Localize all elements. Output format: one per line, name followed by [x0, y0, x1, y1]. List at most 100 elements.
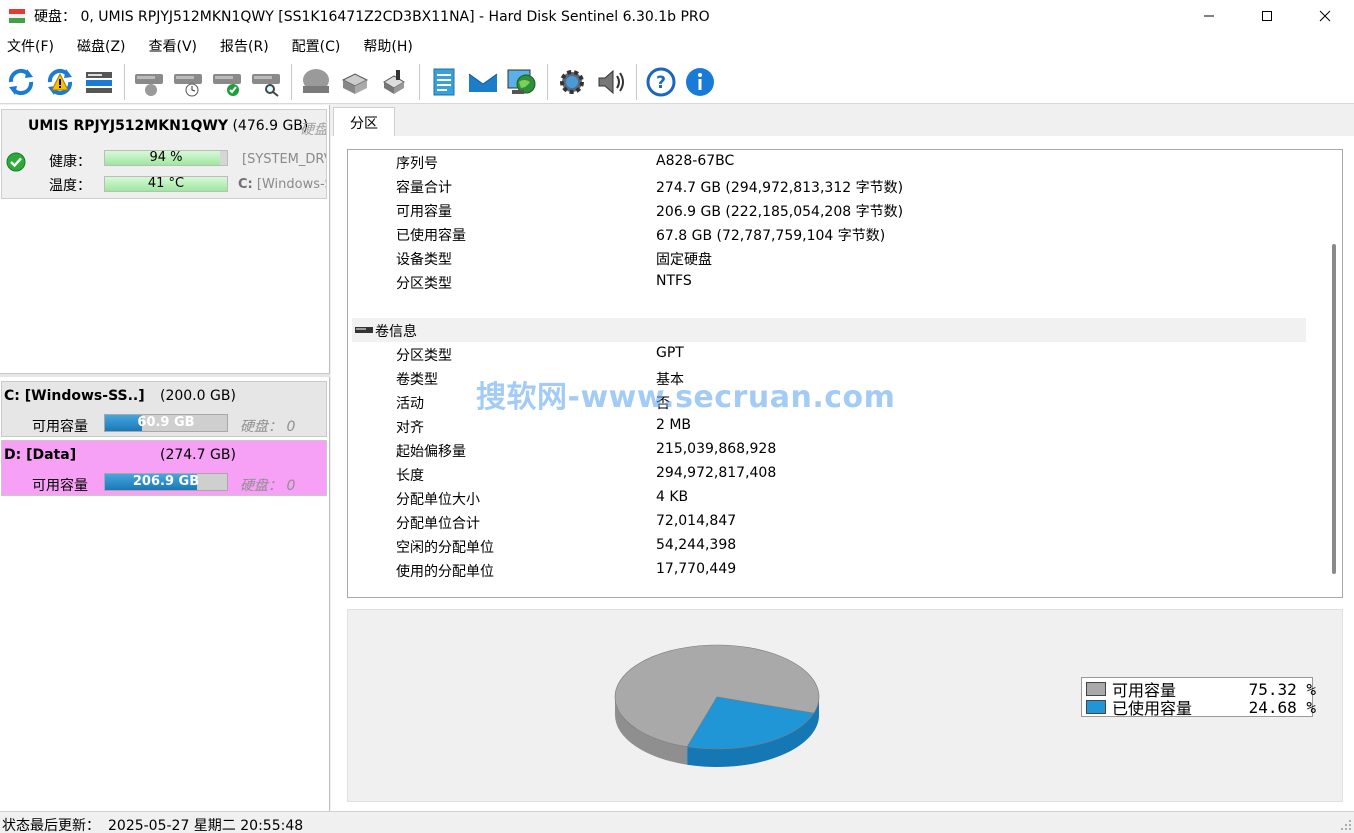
minimize-button[interactable]: [1180, 0, 1238, 32]
partition-size: (274.7 GB): [160, 447, 236, 463]
panel-splitter[interactable]: [0, 373, 330, 377]
settings-button[interactable]: [553, 63, 591, 101]
settings-gear-icon: [560, 69, 584, 94]
disk-title: UMIS RPJYJ512MKN1QWY (476.9 GB): [28, 118, 308, 134]
detail-value: 4 KB: [656, 489, 689, 505]
menu-disk[interactable]: 磁盘(Z): [70, 36, 133, 56]
maximize-icon: [1262, 11, 1272, 21]
volume-section-header[interactable]: 卷信息: [352, 318, 1306, 342]
temperature-bar: 41 °C: [104, 176, 228, 192]
close-icon: [1319, 10, 1331, 22]
detail-value: 67.8 GB (72,787,759,104 字节数): [656, 228, 886, 244]
detail-value: 54,244,398: [656, 537, 737, 553]
legend-value: 24.68 %: [1248, 697, 1316, 717]
disk-performance-button[interactable]: [130, 63, 168, 101]
tab-partition[interactable]: 分区: [333, 107, 395, 137]
menu-help[interactable]: 帮助(H): [356, 36, 419, 56]
free-space-bar: 60.9 GB: [104, 414, 228, 432]
detail-value: 274.7 GB (294,972,813,312 字节数): [656, 180, 904, 196]
hdd-transfer-button[interactable]: [336, 63, 374, 101]
disk-list-icon: [86, 71, 112, 93]
partition-card-d[interactable]: D: [Data] (274.7 GB) 可用容量 206.9 GB 硬盘： 0: [1, 440, 327, 496]
sound-button[interactable]: [592, 63, 630, 101]
details-scrollbar[interactable]: [1324, 150, 1342, 597]
hdd-gray-icon: [303, 68, 329, 93]
detail-value: 72,014,847: [656, 513, 737, 529]
partition-name: C: [Windows-SS..]: [4, 388, 145, 404]
detail-row: 对齐 2 MB: [348, 414, 1308, 438]
status-bar: 状态最后更新： 2025-05-27 星期二 20:55:48: [0, 811, 1354, 833]
hdd-info-button[interactable]: [297, 63, 335, 101]
volume-section-title: 卷信息: [375, 324, 417, 340]
toolbar: ?: [0, 60, 1354, 104]
legend-swatch: [1086, 700, 1106, 714]
detail-value: 2 MB: [656, 417, 692, 433]
refresh-icon: [8, 68, 34, 95]
detail-key: 使用的分配单位: [396, 564, 494, 580]
maximize-button[interactable]: [1238, 0, 1296, 32]
minimize-icon: [1204, 15, 1214, 17]
disk-schedule-button[interactable]: [169, 63, 207, 101]
refresh-button[interactable]: [2, 63, 40, 101]
menu-report[interactable]: 报告(R): [213, 36, 276, 56]
detail-value: NTFS: [656, 273, 692, 289]
resize-grip-icon[interactable]: [1340, 819, 1352, 831]
disk-size: (476.9 GB): [232, 118, 309, 134]
network-button[interactable]: [503, 63, 541, 101]
drive-letters-label: C: [Windows-S: [238, 177, 327, 192]
detail-row: 设备类型 固定硬盘: [348, 246, 1308, 270]
disk-card[interactable]: UMIS RPJYJ512MKN1QWY (476.9 GB) 硬盘 健康： 9…: [1, 109, 327, 199]
partition-card-c[interactable]: C: [Windows-SS..] (200.0 GB) 可用容量 60.9 G…: [1, 381, 327, 437]
disk-search-icon: [252, 73, 280, 97]
menu-config[interactable]: 配置(C): [285, 36, 348, 56]
help-button[interactable]: ?: [642, 63, 680, 101]
toolbar-separator: [124, 63, 125, 100]
toolbar-separator: [636, 63, 637, 100]
detail-key: 分配单位合计: [396, 516, 480, 532]
menu-view[interactable]: 查看(V): [142, 36, 205, 56]
report-icon: [433, 68, 455, 95]
info-icon: [686, 67, 714, 96]
chart-legend: 可用容量 75.32 % 已使用容量 24.68 %: [1081, 677, 1316, 718]
email-button[interactable]: [464, 63, 502, 101]
watermark: 搜软网-www.secruan.com: [476, 380, 896, 415]
disk-panel: UMIS RPJYJ512MKN1QWY (476.9 GB) 硬盘 健康： 9…: [0, 105, 330, 811]
health-value: 94 %: [149, 150, 183, 165]
detail-value: A828-67BC: [656, 153, 735, 169]
partition-disk-index: 硬盘： 0: [240, 478, 296, 494]
disk-check-button[interactable]: [208, 63, 246, 101]
free-space-value: 60.9 GB: [137, 415, 195, 430]
detail-key: 设备类型: [396, 252, 452, 268]
refresh-all-button[interactable]: [41, 63, 79, 101]
hdd-tools-button[interactable]: [375, 63, 413, 101]
usage-chart: 可用容量 75.32 % 已使用容量 24.68 %: [347, 609, 1343, 802]
menu-file[interactable]: 文件(F): [0, 36, 61, 56]
detail-value: 固定硬盘: [656, 252, 712, 268]
detail-row: 容量合计 274.7 GB (294,972,813,312 字节数): [348, 174, 1308, 198]
window-title: 硬盘： 0, UMIS RPJYJ512MKN1QWY [SS1K16471Z2…: [34, 9, 710, 25]
detail-key: 分区类型: [396, 348, 452, 364]
detail-key: 分区类型: [396, 276, 452, 292]
disk-search-button[interactable]: [247, 63, 285, 101]
detail-row: 分配单位大小 4 KB: [348, 486, 1308, 510]
hdd-tools-icon: [383, 69, 405, 94]
detail-key: 活动: [396, 396, 424, 412]
report-button[interactable]: [425, 63, 463, 101]
scrollbar-thumb[interactable]: [1332, 244, 1336, 574]
title-bar: 硬盘： 0, UMIS RPJYJ512MKN1QWY [SS1K16471Z2…: [0, 0, 1354, 32]
help-icon: ?: [646, 67, 676, 96]
partition-name: D: [Data]: [4, 447, 77, 463]
disk-kind: 硬盘: [300, 122, 327, 138]
close-button[interactable]: [1296, 0, 1354, 32]
app-icon: [9, 9, 25, 23]
status-timestamp: 2025-05-27 星期二 20:55:48: [108, 818, 304, 833]
disk-list-button[interactable]: [80, 63, 118, 101]
temperature-label: 温度：: [49, 178, 91, 194]
detail-value: 17,770,449: [656, 561, 737, 577]
detail-row: 分配单位合计 72,014,847: [348, 510, 1308, 534]
info-button[interactable]: [681, 63, 719, 101]
detail-key: 序列号: [396, 156, 438, 172]
detail-row: 分区类型 GPT: [348, 342, 1308, 366]
detail-row: 序列号 A828-67BC: [348, 150, 1308, 174]
detail-key: 可用容量: [396, 204, 452, 220]
